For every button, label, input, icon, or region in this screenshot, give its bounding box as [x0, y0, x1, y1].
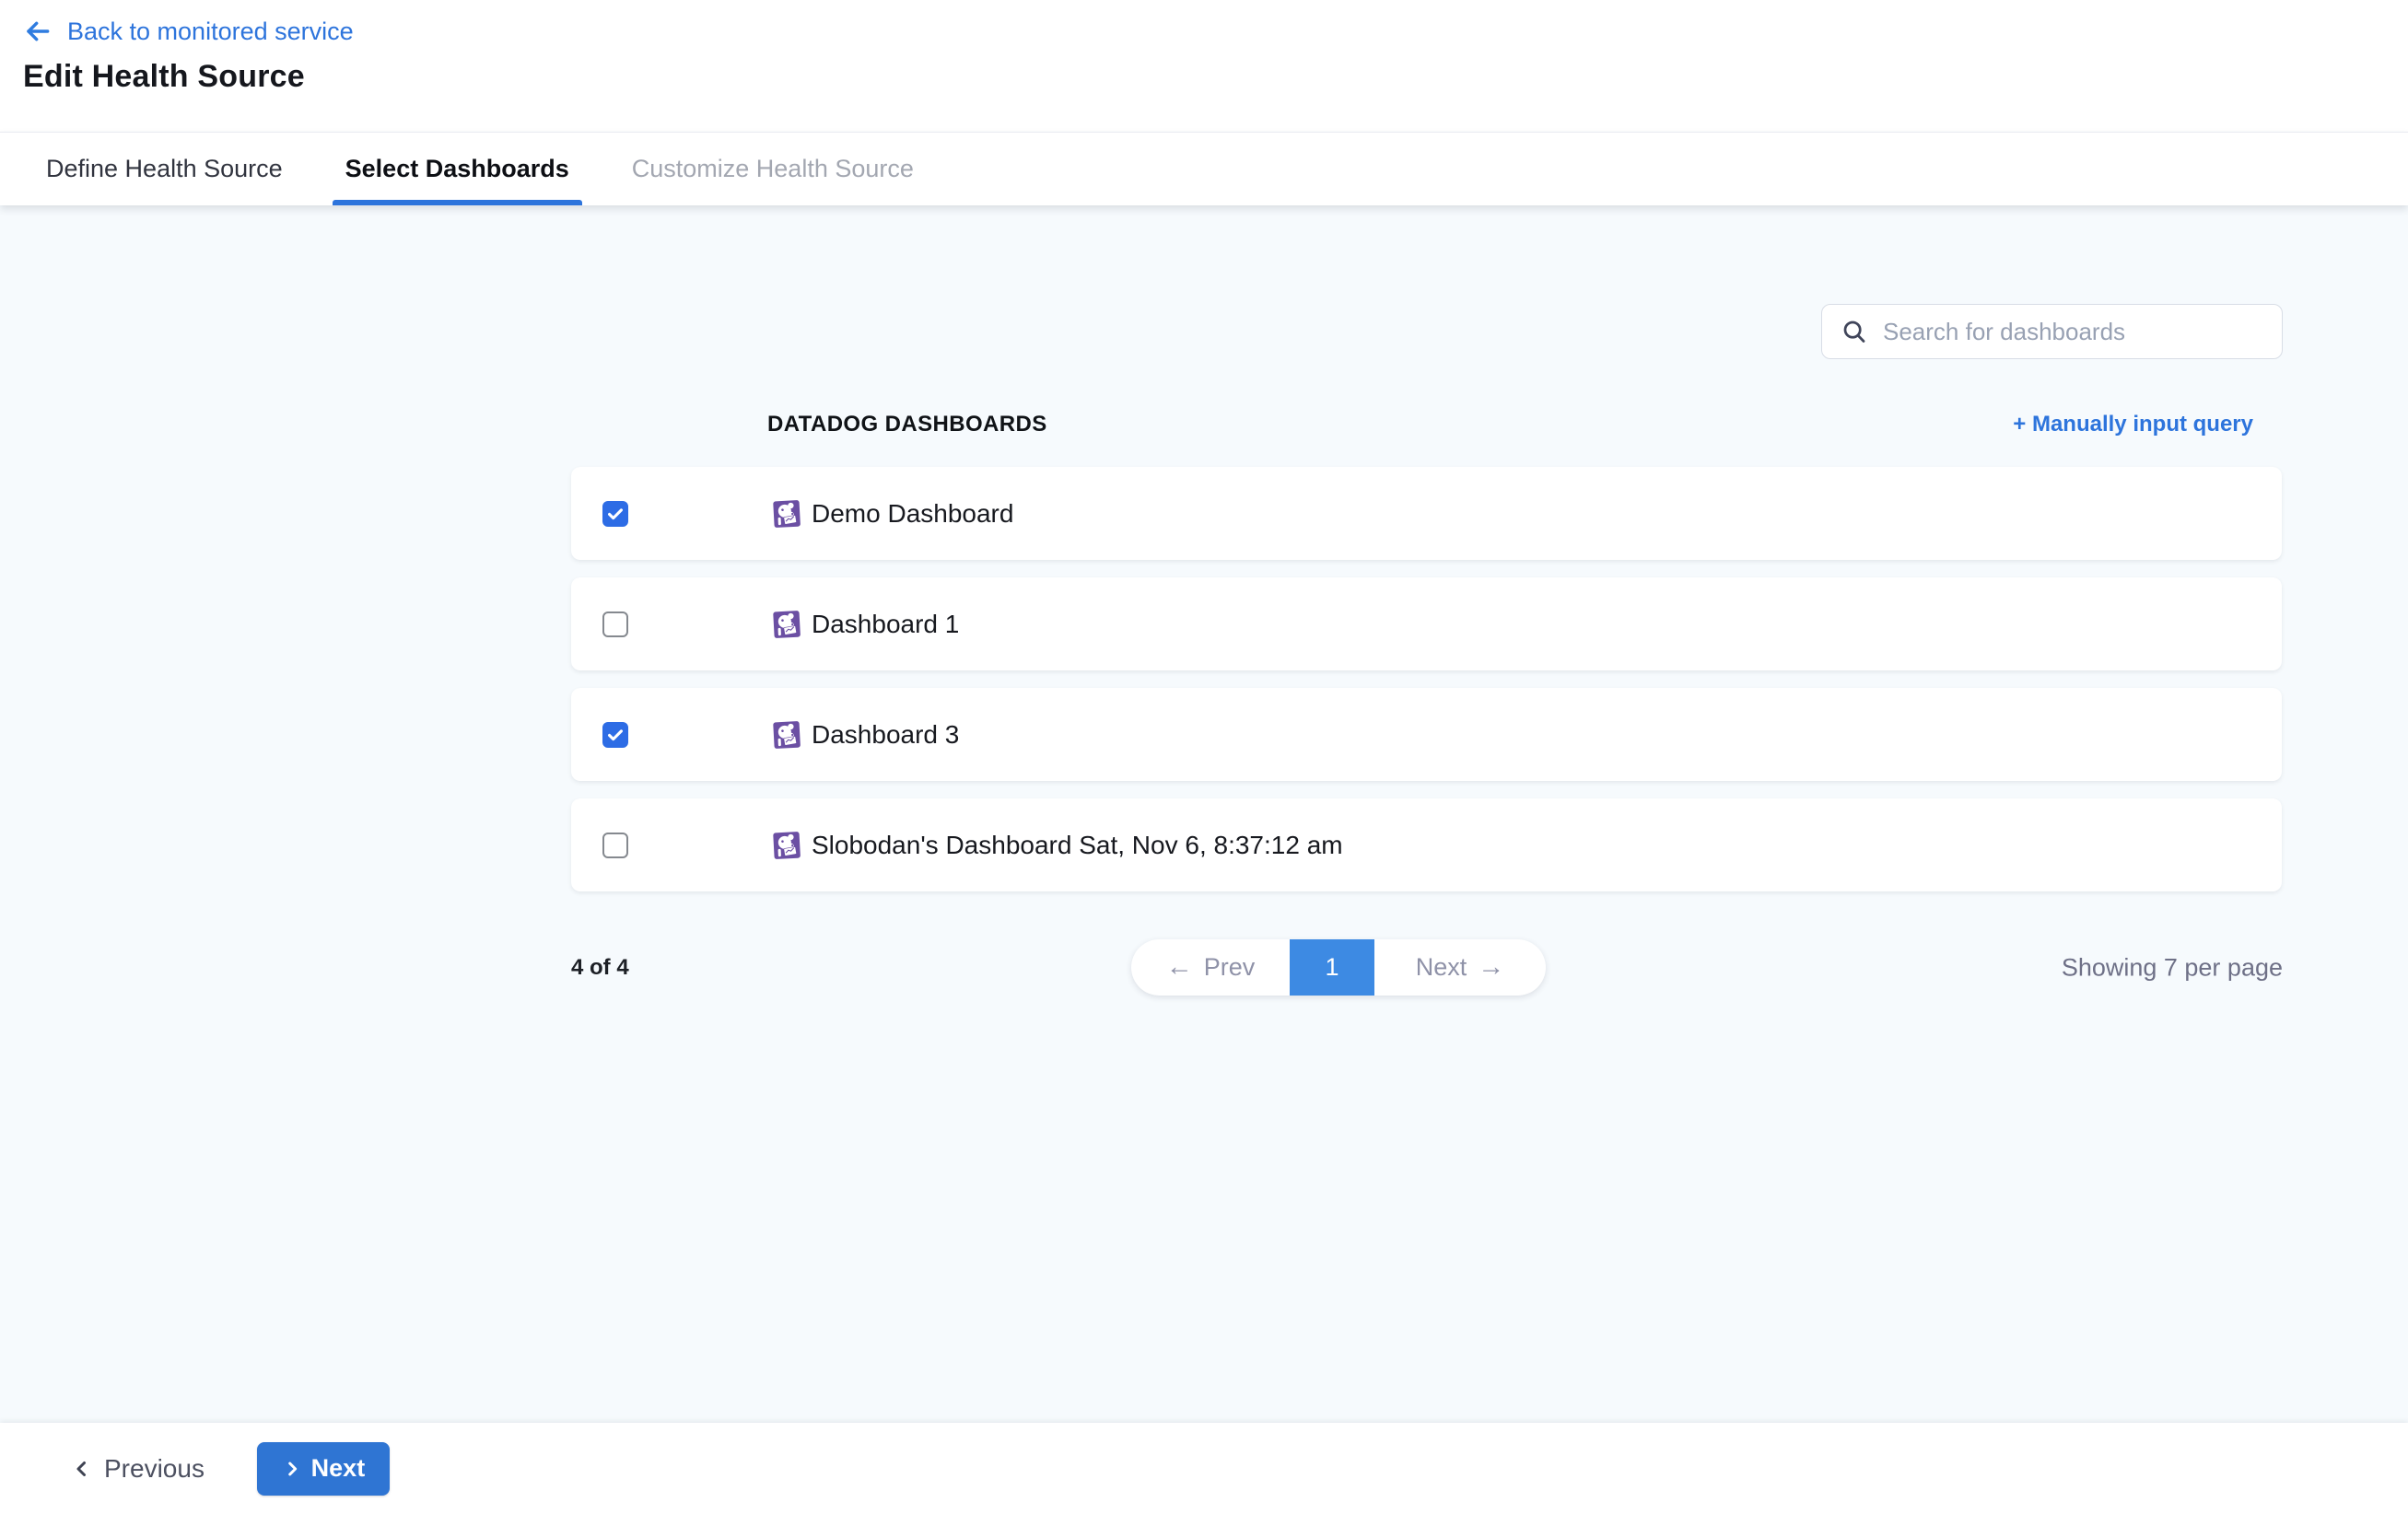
chevron-right-icon [282, 1459, 302, 1479]
back-arrow-icon [23, 17, 53, 46]
dashboard-checkbox[interactable] [602, 611, 628, 637]
tab-bar: Define Health Source Select Dashboards C… [0, 132, 2408, 205]
pagination-prev-label: Prev [1204, 953, 1256, 982]
dashboard-row[interactable]: Dashboard 1 [571, 577, 2282, 670]
dashboard-label: Dashboard 1 [812, 610, 959, 639]
dashboard-row[interactable]: Dashboard 3 [571, 688, 2282, 781]
back-link-label: Back to monitored service [67, 17, 354, 46]
datadog-icon [771, 497, 803, 530]
dashboard-row-main: Slobodan's Dashboard Sat, Nov 6, 8:37:12… [772, 830, 1343, 861]
page-title: Edit Health Source [23, 59, 2408, 95]
previous-button[interactable]: Previous [71, 1454, 205, 1484]
content-area: DATADOG DASHBOARDS + Manually input quer… [0, 205, 2408, 1423]
pagination-count: 4 of 4 [571, 955, 629, 981]
pagination-page-1[interactable]: 1 [1290, 939, 1374, 996]
previous-button-label: Previous [104, 1454, 205, 1484]
pagination-prev-button[interactable]: ← Prev [1131, 939, 1290, 996]
dashboard-row[interactable]: Slobodan's Dashboard Sat, Nov 6, 8:37:12… [571, 798, 2282, 891]
next-button-label: Next [311, 1454, 366, 1483]
pagination-next-button[interactable]: Next → [1374, 939, 1546, 996]
dashboard-row[interactable]: Demo Dashboard [571, 467, 2282, 560]
dashboard-label: Demo Dashboard [812, 499, 1013, 529]
search-box [1821, 304, 2283, 359]
dashboard-label: Slobodan's Dashboard Sat, Nov 6, 8:37:12… [812, 831, 1343, 860]
dashboard-row-main: Dashboard 1 [772, 609, 959, 640]
dashboard-checkbox[interactable] [602, 833, 628, 858]
datadog-icon [771, 718, 803, 751]
tab-select-dashboards[interactable]: Select Dashboards [333, 133, 582, 205]
dashboard-label: Dashboard 3 [812, 720, 959, 750]
back-link[interactable]: Back to monitored service [23, 17, 2408, 46]
search-input[interactable] [1883, 318, 2265, 346]
next-button[interactable]: Next [257, 1442, 390, 1496]
tab-label: Select Dashboards [345, 155, 569, 183]
datadog-icon [771, 608, 803, 641]
page-header: Back to monitored service Edit Health So… [0, 0, 2408, 132]
pagination-row: 4 of 4 ← Prev 1 Next → Showing 7 per pag… [571, 939, 2283, 996]
dashboard-checkbox[interactable] [602, 722, 628, 748]
dashboard-checkbox[interactable] [602, 501, 628, 527]
pagination: ← Prev 1 Next → [1131, 939, 1546, 996]
tab-label: Define Health Source [46, 155, 283, 183]
pagination-next-label: Next [1416, 953, 1467, 982]
datadog-icon [771, 829, 803, 862]
search-icon [1841, 318, 1868, 345]
checkmark-icon [605, 504, 625, 524]
list-header-row: DATADOG DASHBOARDS + Manually input quer… [571, 406, 2253, 443]
manual-query-link[interactable]: + Manually input query [2013, 412, 2253, 437]
dashboard-list: Demo Dashboard [571, 467, 2282, 891]
per-page-label: Showing 7 per page [2062, 953, 2283, 982]
footer: Previous Next [0, 1423, 2408, 1514]
checkmark-icon [605, 725, 625, 745]
arrow-right-icon: → [1478, 954, 1504, 981]
dashboard-row-main: Dashboard 3 [772, 719, 959, 751]
tab-define-health-source[interactable]: Define Health Source [33, 133, 296, 205]
edit-health-source-page: Back to monitored service Edit Health So… [0, 0, 2408, 1514]
active-tab-underline [333, 200, 582, 205]
dashboard-row-main: Demo Dashboard [772, 498, 1013, 530]
list-header: DATADOG DASHBOARDS [767, 412, 1047, 437]
arrow-left-icon: ← [1166, 954, 1193, 981]
chevron-left-icon [71, 1458, 93, 1480]
tab-label: Customize Health Source [632, 155, 914, 183]
tab-customize-health-source[interactable]: Customize Health Source [619, 133, 927, 205]
